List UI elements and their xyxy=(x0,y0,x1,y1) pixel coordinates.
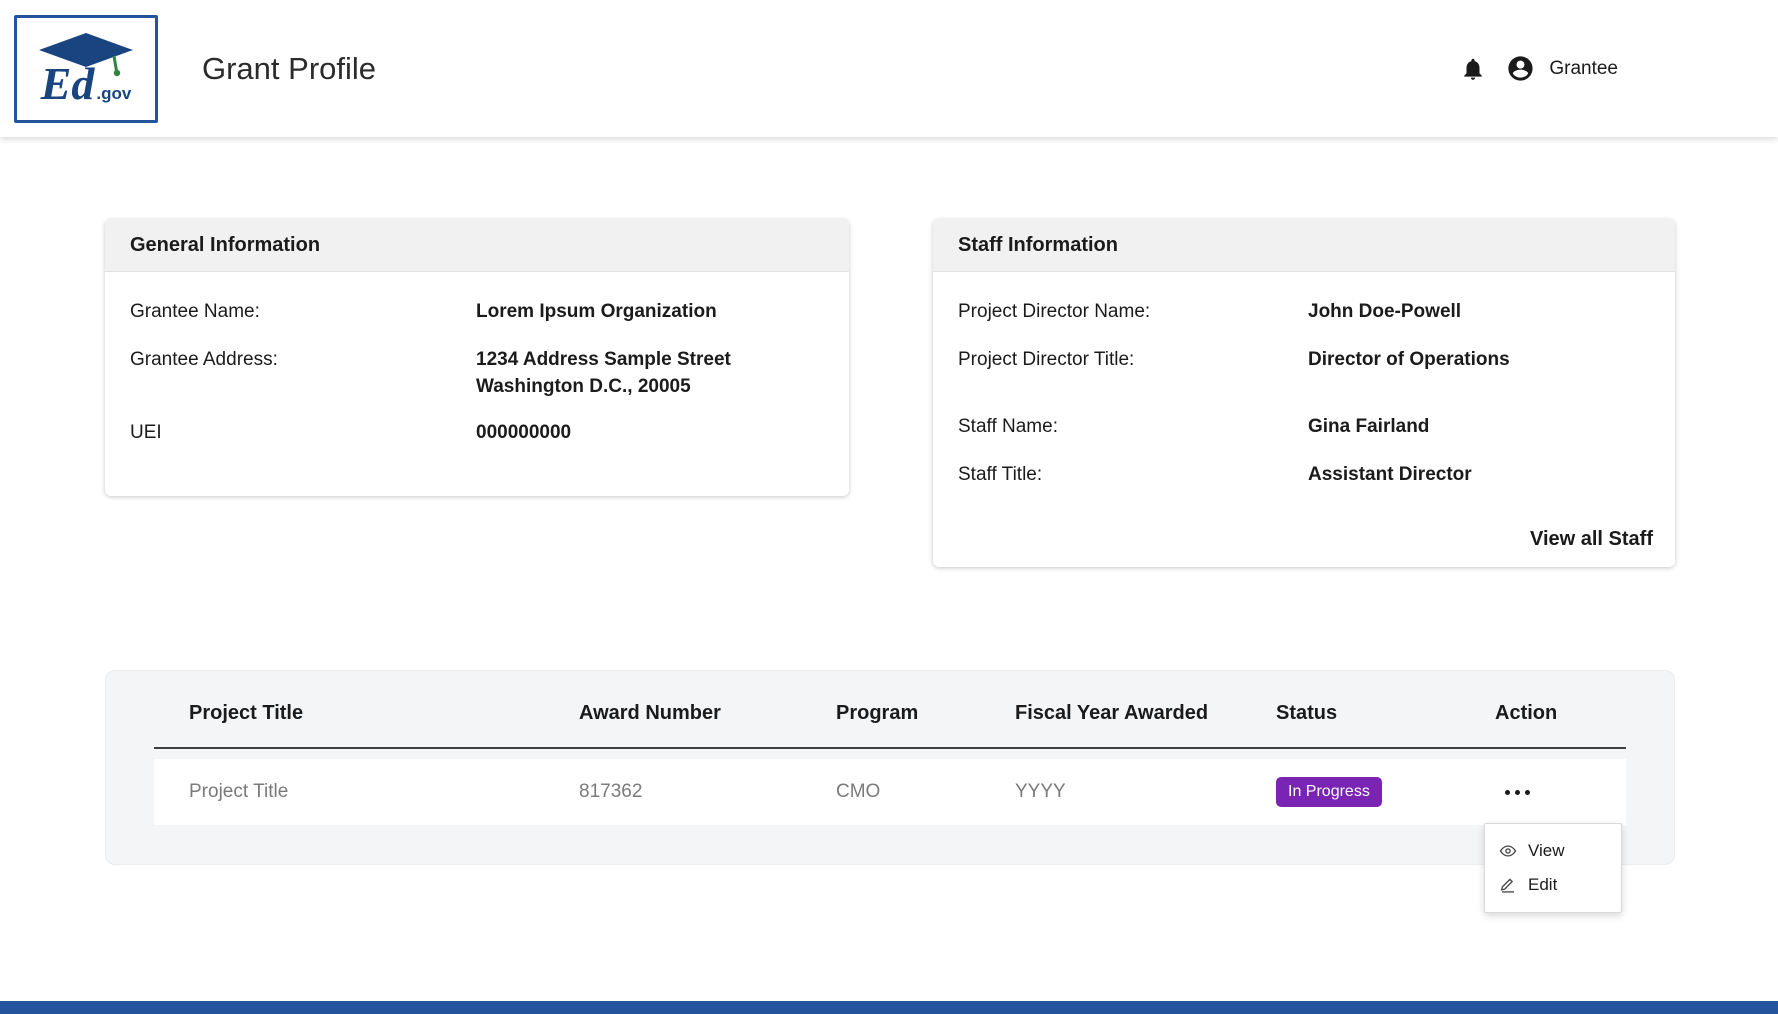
grantee-address-row: Grantee Address: 1234 Address Sample Str… xyxy=(130,346,824,401)
staff-information-title: Staff Information xyxy=(958,234,1118,257)
bell-icon xyxy=(1460,56,1486,82)
menu-item-edit[interactable]: Edit xyxy=(1485,868,1621,902)
column-header-status: Status xyxy=(1276,702,1495,725)
user-avatar-button[interactable] xyxy=(1506,54,1535,83)
user-role-label: Grantee xyxy=(1549,58,1618,80)
staff-information-card: Staff Information Project Director Name:… xyxy=(933,219,1675,567)
staff-information-body: Project Director Name: John Doe-Powell P… xyxy=(933,272,1675,488)
projects-table-inner: Project Title Award Number Program Fisca… xyxy=(154,671,1626,825)
grantee-name-value: Lorem Ipsum Organization xyxy=(476,298,824,326)
page-title: Grant Profile xyxy=(202,51,376,87)
cell-action xyxy=(1495,782,1626,803)
general-information-card: General Information Grantee Name: Lorem … xyxy=(105,219,849,496)
footer-bar xyxy=(0,1001,1778,1014)
dot-icon xyxy=(1505,790,1510,795)
column-header-program: Program xyxy=(836,702,1015,725)
table-header-row: Project Title Award Number Program Fisca… xyxy=(154,671,1626,749)
header-right: Grantee xyxy=(1460,54,1618,83)
view-all-staff-link[interactable]: View all Staff xyxy=(1530,528,1653,551)
column-header-project-title: Project Title xyxy=(154,702,579,725)
grantee-address-line2: Washington D.C., 20005 xyxy=(476,373,824,401)
project-director-name-row: Project Director Name: John Doe-Powell xyxy=(958,298,1650,326)
cell-project-title: Project Title xyxy=(154,781,579,803)
logo-text: Ed .gov xyxy=(41,61,132,107)
cell-program: CMO xyxy=(836,781,1015,803)
cell-fiscal-year: YYYY xyxy=(1015,781,1276,803)
notifications-button[interactable] xyxy=(1460,56,1486,82)
status-badge: In Progress xyxy=(1276,777,1382,806)
project-director-title-row: Project Director Title: Director of Oper… xyxy=(958,346,1650,374)
ed-gov-logo[interactable]: Ed .gov xyxy=(14,15,158,123)
staff-information-header: Staff Information xyxy=(933,219,1675,272)
grantee-address-line1: 1234 Address Sample Street xyxy=(476,346,824,374)
grantee-name-row: Grantee Name: Lorem Ipsum Organization xyxy=(130,298,824,326)
project-director-name-label: Project Director Name: xyxy=(958,298,1308,326)
general-information-body: Grantee Name: Lorem Ipsum Organization G… xyxy=(105,272,849,446)
general-information-title: General Information xyxy=(130,234,320,257)
projects-table: Project Title Award Number Program Fisca… xyxy=(105,670,1675,865)
project-director-name-value: John Doe-Powell xyxy=(1308,298,1650,326)
column-header-award-number: Award Number xyxy=(579,702,836,725)
row-actions-button[interactable] xyxy=(1495,782,1536,803)
info-cards-row: General Information Grantee Name: Lorem … xyxy=(105,219,1675,567)
project-director-title-value: Director of Operations xyxy=(1308,346,1650,374)
grantee-address-label: Grantee Address: xyxy=(130,346,476,374)
logo-suffix-text: .gov xyxy=(96,84,131,104)
header: Ed .gov Grant Profile Grantee xyxy=(0,0,1778,137)
menu-item-view-label: View xyxy=(1528,841,1565,861)
eye-icon xyxy=(1499,842,1517,860)
menu-item-view[interactable]: View xyxy=(1485,834,1621,868)
staff-title-value: Assistant Director xyxy=(1308,461,1650,489)
staff-title-label: Staff Title: xyxy=(958,461,1308,489)
grant-profile-page: Ed .gov Grant Profile Grantee General In… xyxy=(0,0,1778,137)
logo-main-text: Ed xyxy=(41,61,95,107)
dot-icon xyxy=(1525,790,1530,795)
pencil-icon xyxy=(1499,876,1517,894)
staff-name-label: Staff Name: xyxy=(958,413,1308,441)
grantee-name-label: Grantee Name: xyxy=(130,298,476,326)
person-icon xyxy=(1506,54,1535,83)
general-information-header: General Information xyxy=(105,219,849,272)
staff-name-value: Gina Fairland xyxy=(1308,413,1650,441)
uei-label: UEI xyxy=(130,419,476,447)
cell-status: In Progress xyxy=(1276,777,1495,806)
cell-award-number: 817362 xyxy=(579,781,836,803)
action-menu: View Edit xyxy=(1484,823,1622,913)
grantee-address-value: 1234 Address Sample Street Washington D.… xyxy=(476,346,824,401)
project-director-title-label: Project Director Title: xyxy=(958,346,1308,374)
column-header-action: Action xyxy=(1495,702,1626,725)
dot-icon xyxy=(1515,790,1520,795)
table-row: Project Title 817362 CMO YYYY In Progres… xyxy=(154,759,1626,825)
column-header-fiscal-year: Fiscal Year Awarded xyxy=(1015,702,1276,725)
uei-row: UEI 000000000 xyxy=(130,419,824,447)
staff-name-row: Staff Name: Gina Fairland xyxy=(958,413,1650,441)
uei-value: 000000000 xyxy=(476,419,824,447)
staff-title-row: Staff Title: Assistant Director xyxy=(958,461,1650,489)
menu-item-edit-label: Edit xyxy=(1528,875,1557,895)
